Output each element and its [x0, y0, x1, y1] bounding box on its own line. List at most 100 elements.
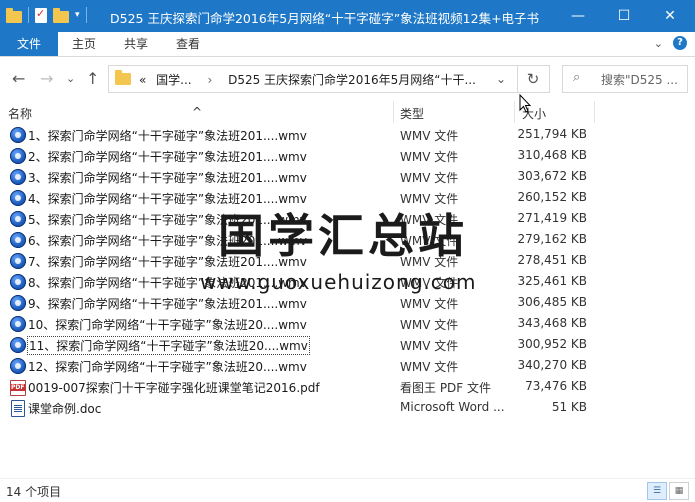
divider	[28, 7, 29, 23]
up-arrow-icon[interactable]: ↑	[86, 69, 99, 88]
column-name[interactable]: 名称	[8, 105, 32, 122]
file-size: 306,485 KB	[517, 295, 587, 309]
address-bar[interactable]: « 国学... › D525 王庆探索门命学2016年5月网络“十干...	[108, 65, 550, 93]
file-name: 9、探索门命学网络“十干字碰字”象法班201....wmv	[28, 297, 307, 311]
video-file-icon	[10, 253, 26, 269]
file-row[interactable]: 0019-007探索门十干字碰字强化班课堂笔记2016.pdf 看图王 PDF 文…	[0, 376, 695, 397]
column-divider[interactable]	[594, 101, 595, 123]
breadcrumb-overflow-icon[interactable]: «	[139, 73, 146, 87]
column-divider[interactable]	[514, 101, 515, 123]
forward-arrow-icon[interactable]: →	[40, 69, 53, 88]
tab-view[interactable]: 查看	[176, 32, 200, 56]
file-size: 73,476 KB	[525, 379, 587, 393]
file-row[interactable]: 2、探索门命学网络“十干字碰字”象法班201....wmv WMV 文件 310,4…	[0, 145, 695, 166]
file-row[interactable]: 10、探索门命学网络“十干字碰字”象法班20....wmv WMV 文件 343,4…	[0, 313, 695, 334]
column-divider[interactable]	[393, 101, 394, 123]
title-bar: ▾ D525 王庆探索门命学2016年5月网络“十干字碰字”象法班视频12集+电…	[0, 0, 695, 32]
file-name: 11、探索门命学网络“十干字碰字”象法班20....wmv	[27, 336, 310, 355]
file-size: 300,952 KB	[517, 337, 587, 351]
breadcrumb-item[interactable]: D525 王庆探索门命学2016年5月网络“十干...	[228, 73, 476, 87]
file-name: 10、探索门命学网络“十干字碰字”象法班20....wmv	[28, 318, 307, 332]
tab-share[interactable]: 共享	[124, 32, 148, 56]
ribbon: 文件 主页 共享 查看 ⌄ ?	[0, 32, 695, 57]
watermark-title: 国学汇总站	[218, 209, 468, 263]
customize-qat-dropdown-icon[interactable]: ▾	[75, 10, 80, 20]
video-file-icon	[10, 232, 26, 248]
file-size: 279,162 KB	[517, 232, 587, 246]
file-name: 0019-007探索门十干字碰字强化班课堂笔记2016.pdf	[28, 381, 320, 395]
video-file-icon	[10, 274, 26, 290]
file-type: WMV 文件	[400, 318, 459, 332]
tab-file[interactable]: 文件	[0, 32, 58, 56]
file-size: 251,794 KB	[517, 127, 587, 141]
video-file-icon	[10, 295, 26, 311]
video-file-icon	[10, 190, 26, 206]
expand-ribbon-icon[interactable]: ⌄	[654, 37, 663, 50]
file-type: WMV 文件	[400, 297, 459, 311]
file-row[interactable]: 1、探索门命学网络“十干字碰字”象法班201....wmv WMV 文件 251,7…	[0, 124, 695, 145]
properties-icon[interactable]	[35, 7, 47, 23]
file-row[interactable]: 3、探索门命学网络“十干字碰字”象法班201....wmv WMV 文件 303,6…	[0, 166, 695, 187]
help-icon[interactable]: ?	[673, 36, 687, 50]
file-row[interactable]: 9、探索门命学网络“十干字碰字”象法班201....wmv WMV 文件 306,4…	[0, 292, 695, 313]
file-type: 看图王 PDF 文件	[400, 381, 492, 395]
breadcrumb: « 国学... › D525 王庆探索门命学2016年5月网络“十干...	[139, 71, 476, 88]
divider	[85, 7, 87, 23]
new-folder-icon[interactable]	[53, 8, 69, 23]
large-icons-view-icon[interactable]: ▦	[669, 482, 689, 500]
file-type: WMV 文件	[400, 150, 459, 164]
video-file-icon	[10, 358, 26, 374]
file-type: WMV 文件	[400, 171, 459, 185]
status-bar: 14 个项目 ☰ ▦	[0, 478, 695, 502]
file-row[interactable]: 12、探索门命学网络“十干字碰字”象法班20....wmv WMV 文件 340,2…	[0, 355, 695, 376]
file-size: 325,461 KB	[517, 274, 587, 288]
folder-icon	[115, 70, 131, 85]
video-file-icon	[10, 127, 26, 143]
file-size: 51 KB	[551, 400, 587, 414]
quick-access-toolbar: ▾	[6, 7, 87, 23]
minimize-button[interactable]: —	[555, 0, 601, 32]
breadcrumb-item[interactable]: 国学...	[156, 73, 191, 87]
navigation-bar: ← → ⌄ ↑ « 国学... › D525 王庆探索门命学2016年5月网络“…	[0, 57, 695, 101]
refresh-icon[interactable]: ↻	[517, 65, 548, 93]
file-row[interactable]: 课堂命例.doc Microsoft Word ... 51 KB	[0, 397, 695, 418]
address-dropdown-icon[interactable]: ⌄	[486, 65, 516, 93]
video-file-icon	[10, 148, 26, 164]
close-button[interactable]: ✕	[647, 0, 693, 32]
pdf-file-icon	[10, 380, 26, 396]
recent-locations-icon[interactable]: ⌄	[66, 72, 75, 85]
file-name: 1、探索门命学网络“十干字碰字”象法班201....wmv	[28, 129, 307, 143]
video-file-icon	[10, 169, 26, 185]
column-type[interactable]: 类型	[400, 105, 424, 122]
file-size: 310,468 KB	[517, 148, 587, 162]
file-size: 303,672 KB	[517, 169, 587, 183]
file-name: 12、探索门命学网络“十干字碰字”象法班20....wmv	[28, 360, 307, 374]
file-name: 2、探索门命学网络“十干字碰字”象法班201....wmv	[28, 150, 307, 164]
video-file-icon	[10, 316, 26, 332]
file-type: WMV 文件	[400, 339, 459, 353]
file-type: WMV 文件	[400, 360, 459, 374]
file-type: Microsoft Word ...	[400, 400, 505, 414]
file-name: 课堂命例.doc	[28, 402, 102, 416]
chevron-right-icon[interactable]: ›	[207, 73, 212, 87]
folder-icon[interactable]	[6, 8, 22, 23]
video-file-icon	[10, 337, 26, 353]
details-view-icon[interactable]: ☰	[647, 482, 667, 500]
window-title: D525 王庆探索门命学2016年5月网络“十干字碰字”象法班视频12集+电子书	[110, 11, 540, 26]
tab-home[interactable]: 主页	[72, 32, 96, 56]
file-size: 340,270 KB	[517, 358, 587, 372]
search-box[interactable]: ⌕ 搜索"D525 ...	[562, 65, 688, 93]
file-row[interactable]: 11、探索门命学网络“十干字碰字”象法班20....wmv WMV 文件 300,9…	[0, 334, 695, 355]
file-size: 343,468 KB	[517, 316, 587, 330]
video-file-icon	[10, 211, 26, 227]
file-type: WMV 文件	[400, 129, 459, 143]
maximize-button[interactable]: ☐	[601, 0, 647, 32]
column-header: 名称 ^ 类型 大小	[0, 101, 695, 123]
item-count: 14 个项目	[6, 485, 62, 499]
back-arrow-icon[interactable]: ←	[12, 69, 25, 88]
watermark-url: www.guoxuehuizong.com	[200, 270, 477, 294]
search-icon: ⌕	[573, 70, 581, 85]
sort-ascending-icon: ^	[192, 105, 203, 119]
file-size: 260,152 KB	[517, 190, 587, 204]
file-size: 278,451 KB	[517, 253, 587, 267]
